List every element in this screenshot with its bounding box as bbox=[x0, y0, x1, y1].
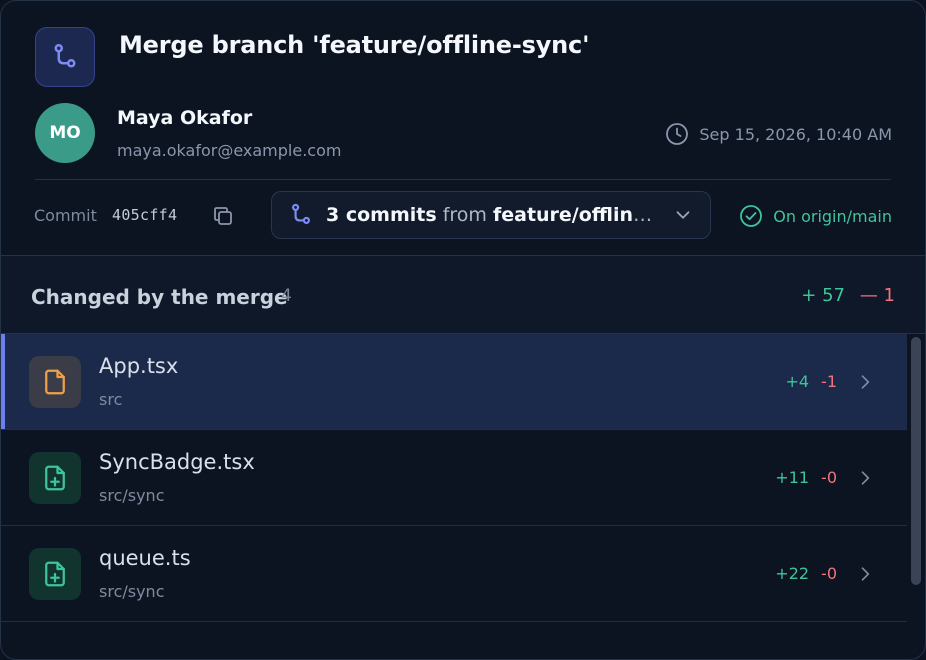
file-additions: +4 bbox=[785, 372, 810, 391]
commit-timestamp: Sep 15, 2026, 10:40 AM bbox=[665, 122, 892, 146]
file-deletions: -1 bbox=[821, 372, 837, 391]
origin-status-text: On origin/main bbox=[773, 206, 892, 226]
commits-dropdown[interactable]: 3 commits from feature/offline-sync bbox=[271, 191, 711, 239]
commit-detail-panel: Merge branch 'feature/offline-sync' MO M… bbox=[0, 0, 926, 660]
file-name: queue.ts bbox=[99, 546, 191, 570]
page-title: Merge branch 'feature/offline-sync' bbox=[119, 31, 590, 59]
file-added-icon bbox=[29, 548, 81, 600]
chevron-down-icon bbox=[676, 211, 690, 219]
total-deletions: — 1 bbox=[859, 285, 895, 306]
chevron-right-icon bbox=[861, 471, 870, 485]
commits-from: from bbox=[442, 204, 487, 226]
file-additions: +11 bbox=[775, 468, 810, 487]
file-name: SyncBadge.tsx bbox=[99, 450, 255, 474]
file-stats: +11 -0 bbox=[775, 468, 837, 487]
file-path: src/sync bbox=[99, 582, 165, 601]
file-path: src bbox=[99, 390, 123, 409]
commit-hash: 405cff4 bbox=[112, 206, 178, 224]
chevron-right-icon bbox=[861, 375, 870, 389]
changed-files-list: App.tsx src +4 -1 SyncBadge.tsx src/sync bbox=[1, 334, 907, 622]
timestamp-text: Sep 15, 2026, 10:40 AM bbox=[699, 124, 892, 144]
file-deletions: -0 bbox=[821, 468, 837, 487]
file-stats: +4 -1 bbox=[785, 372, 837, 391]
check-circle-icon bbox=[740, 205, 763, 227]
file-row-syncbadge-tsx[interactable]: SyncBadge.tsx src/sync +11 -0 bbox=[1, 430, 907, 526]
commits-summary: 3 commits from feature/offline-sync bbox=[326, 204, 660, 226]
file-deletions: -0 bbox=[821, 564, 837, 583]
file-modified-icon bbox=[29, 356, 81, 408]
changes-header: Changed by the merge 4 + 57 — 1 bbox=[1, 256, 925, 334]
file-row-queue-ts[interactable]: queue.ts src/sync +22 -0 bbox=[1, 526, 907, 622]
copy-icon bbox=[214, 207, 232, 225]
changes-count: 4 bbox=[281, 286, 292, 306]
commit-label: Commit bbox=[34, 206, 97, 225]
git-branch-icon bbox=[292, 203, 310, 224]
copy-hash-button[interactable] bbox=[209, 202, 237, 230]
author-name: Maya Okafor bbox=[117, 107, 253, 129]
git-merge-icon bbox=[35, 27, 95, 87]
commits-branch: feature/offline-sync bbox=[492, 204, 660, 226]
chevron-right-icon bbox=[861, 567, 870, 581]
divider bbox=[35, 179, 891, 180]
origin-status: On origin/main bbox=[739, 204, 892, 228]
total-deletions-value: 1 bbox=[883, 285, 895, 306]
scrollbar[interactable] bbox=[911, 337, 921, 585]
file-row-app-tsx[interactable]: App.tsx src +4 -1 bbox=[1, 334, 907, 430]
avatar: MO bbox=[35, 103, 95, 163]
author-email: maya.okafor@example.com bbox=[117, 141, 342, 160]
total-additions-value: 57 bbox=[822, 285, 845, 306]
total-additions: + 57 bbox=[801, 285, 845, 306]
changes-title: Changed by the merge bbox=[31, 285, 288, 309]
file-name: App.tsx bbox=[99, 354, 179, 378]
file-stats: +22 -0 bbox=[775, 564, 837, 583]
file-path: src/sync bbox=[99, 486, 165, 505]
file-additions: +22 bbox=[775, 564, 810, 583]
clock-icon bbox=[666, 123, 689, 145]
commits-count: 3 commits bbox=[326, 204, 437, 226]
file-added-icon bbox=[29, 452, 81, 504]
